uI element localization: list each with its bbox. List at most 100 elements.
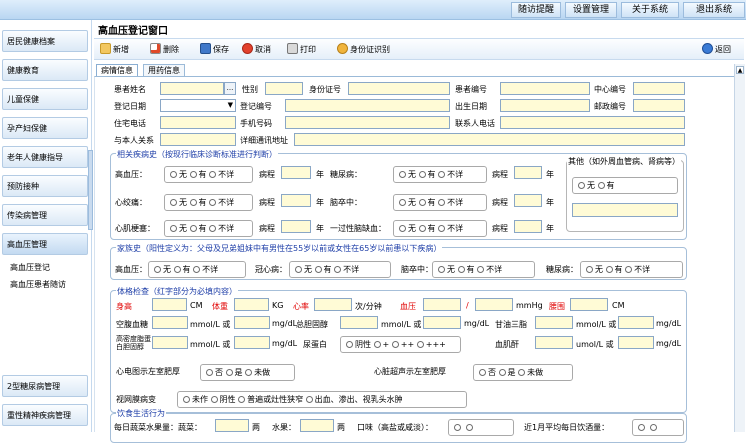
history-hypertension-course-label: 病程: [259, 170, 275, 179]
ecg-lvh-options[interactable]: 否 是 未做: [200, 364, 295, 381]
sidebar-collapse-handle[interactable]: [88, 150, 93, 230]
mmol-unit: mmol/L 或: [381, 320, 422, 329]
save-label: 保存: [213, 45, 229, 54]
sidebar-item-hypertension[interactable]: 高血压管理: [2, 233, 88, 255]
print-button[interactable]: 打印: [287, 43, 316, 57]
family-diabetes-options[interactable]: 无 有 不详: [580, 261, 683, 278]
alcohol-label: 近1月平均每日饮酒量：: [524, 423, 610, 432]
family-chd-options[interactable]: 无 有 不详: [289, 261, 391, 278]
register-number-input[interactable]: [285, 99, 450, 112]
sidebar-item-health-education[interactable]: 健康教育: [2, 59, 88, 81]
hdl-mg-input[interactable]: [234, 336, 270, 349]
register-date-label: 登记日期: [114, 102, 146, 111]
fasting-glucose-mg-input[interactable]: [234, 316, 270, 329]
logout-button[interactable]: 退出系统: [683, 2, 745, 18]
total-cholesterol-mg-input[interactable]: [423, 316, 461, 329]
name-input[interactable]: [160, 82, 224, 95]
family-diabetes-label: 糖尿病：: [546, 265, 578, 274]
taste-options[interactable]: [448, 419, 514, 436]
sidebar-item-health-records[interactable]: 居民健康档案: [2, 30, 88, 52]
history-mi-options[interactable]: 无 有 不详: [164, 220, 253, 237]
settings-button[interactable]: 设置管理: [565, 2, 617, 18]
sidebar-subitem-hypertension-followup[interactable]: 高血压患者随访: [10, 279, 66, 290]
sidebar-item-maternal-care[interactable]: 孕产妇保健: [2, 117, 88, 139]
history-tia-label: 一过性脑缺血：: [330, 224, 386, 233]
home-phone-input[interactable]: [160, 116, 236, 129]
about-button[interactable]: 关于系统: [621, 2, 679, 18]
sidebar-item-infectious-disease[interactable]: 传染病管理: [2, 204, 88, 226]
cancel-icon: [242, 43, 253, 54]
sidebar-item-child-care[interactable]: 儿童保健: [2, 88, 88, 110]
waist-input[interactable]: [570, 298, 608, 311]
window-title: 高血压登记窗口: [98, 26, 168, 37]
tab-condition-info[interactable]: 病情信息: [96, 64, 138, 76]
center-number-input[interactable]: [633, 82, 685, 95]
vertical-scrollbar[interactable]: ▲: [734, 64, 745, 432]
followup-reminder-button[interactable]: 随访提醒: [511, 2, 561, 18]
mgdl-unit: mg/dL: [272, 339, 298, 348]
add-button[interactable]: 新增: [100, 43, 129, 57]
history-stroke-options[interactable]: 无 有 不详: [393, 194, 487, 211]
triglyceride-mg-input[interactable]: [618, 316, 654, 329]
cancel-button[interactable]: 取消: [242, 43, 271, 57]
gender-input[interactable]: [265, 82, 303, 95]
contact-phone-input[interactable]: [500, 116, 685, 129]
patient-number-input[interactable]: [500, 82, 590, 95]
back-label: 返回: [715, 45, 731, 54]
history-diabetes-years-input[interactable]: [514, 166, 542, 179]
sidebar-item-diabetes[interactable]: 2型糖尿病管理: [2, 375, 88, 397]
other-disease-options[interactable]: 无 有: [572, 177, 678, 194]
id-card-read-button[interactable]: 身份证识别: [337, 43, 390, 57]
history-stroke-years-input[interactable]: [514, 194, 542, 207]
alcohol-options[interactable]: [632, 419, 684, 436]
vegetable-input[interactable]: [215, 419, 249, 432]
save-button[interactable]: 保存: [200, 43, 229, 57]
triglyceride-mmol-input[interactable]: [535, 316, 573, 329]
sidebar-item-elderly-guidance[interactable]: 老年人健康指导: [2, 146, 88, 168]
family-stroke-options[interactable]: 无 有 不详: [432, 261, 535, 278]
hdl-mmol-input[interactable]: [152, 336, 188, 349]
mobile-input[interactable]: [285, 116, 450, 129]
weight-input[interactable]: [234, 298, 269, 311]
other-disease-input[interactable]: [572, 203, 678, 217]
add-label: 新增: [113, 45, 129, 54]
back-button[interactable]: 返回: [702, 43, 731, 57]
history-tia-years-input[interactable]: [514, 220, 542, 233]
relation-input[interactable]: [160, 133, 236, 146]
history-angina-years-input[interactable]: [281, 194, 311, 207]
birth-date-input[interactable]: [500, 99, 590, 112]
register-date-picker[interactable]: ▼: [160, 99, 236, 112]
sidebar-subitem-hypertension-register[interactable]: 高血压登记: [10, 262, 50, 273]
delete-button[interactable]: 删除: [150, 43, 179, 57]
diastolic-input[interactable]: [475, 298, 513, 311]
height-unit: CM: [190, 301, 203, 310]
creatinine-mg-input[interactable]: [618, 336, 654, 349]
history-mi-years-input[interactable]: [281, 220, 311, 233]
fruit-input[interactable]: [300, 419, 334, 432]
mgdl-unit: mg/dL: [656, 319, 682, 328]
creatinine-umol-input[interactable]: [535, 336, 573, 349]
urine-protein-options[interactable]: 阴性 + ++ +++: [340, 336, 461, 353]
history-hypertension-years-input[interactable]: [281, 166, 311, 179]
systolic-input[interactable]: [423, 298, 461, 311]
heart-rate-input[interactable]: [314, 298, 352, 311]
retinopathy-options[interactable]: 未作 阴性 普遍或灶性狭窄 出血、渗出、视乳头水肿: [177, 391, 467, 408]
history-tia-options[interactable]: 无 有 不详: [393, 220, 487, 237]
height-input[interactable]: [152, 298, 187, 311]
history-diabetes-options[interactable]: 无 有 不详: [393, 166, 487, 183]
id-number-input[interactable]: [348, 82, 450, 95]
fasting-glucose-mmol-input[interactable]: [152, 316, 188, 329]
family-hypertension-options[interactable]: 无 有 不详: [148, 261, 246, 278]
other-disease-group: [566, 160, 684, 232]
history-angina-options[interactable]: 无 有 不详: [164, 194, 253, 211]
address-input[interactable]: [294, 133, 685, 146]
sidebar-item-mental-illness[interactable]: 重性精神疾病管理: [2, 404, 88, 426]
sidebar-item-vaccination[interactable]: 预防接种: [2, 175, 88, 197]
echo-lvh-options[interactable]: 否 是 未做: [473, 364, 573, 381]
scroll-up-icon[interactable]: ▲: [736, 66, 744, 74]
zip-code-input[interactable]: [633, 99, 685, 112]
history-hypertension-options[interactable]: 无 有 不详: [164, 166, 253, 183]
tab-medication-info[interactable]: 用药信息: [143, 64, 185, 76]
total-cholesterol-mmol-input[interactable]: [340, 316, 378, 329]
browse-button[interactable]: ...: [224, 82, 236, 95]
